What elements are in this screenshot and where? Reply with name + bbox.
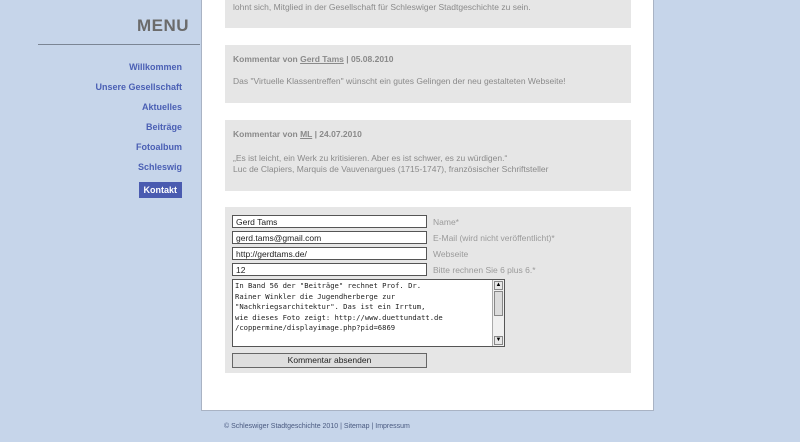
name-label: Name* bbox=[433, 217, 459, 227]
comment-box-top: lohnt sich, Mitglied in der Gesellschaft… bbox=[225, 0, 631, 28]
captcha-field[interactable]: 12 bbox=[232, 263, 427, 276]
comment-text: lohnt sich, Mitglied in der Gesellschaft… bbox=[233, 2, 531, 12]
comment-body-quote: „Es ist leicht, ein Werk zu kritisieren.… bbox=[233, 153, 508, 163]
sidebar-nav: Willkommen Unsere Gesellschaft Aktuelles… bbox=[95, 60, 182, 198]
scroll-down-arrow-icon[interactable]: ▼ bbox=[494, 336, 503, 345]
comment-textarea-content: In Band 56 der "Beiträge" rechnet Prof. … bbox=[235, 281, 443, 332]
comment-prefix: Kommentar von bbox=[233, 129, 301, 139]
footer: © Schleswiger Stadtgeschichte 2010 | Sit… bbox=[224, 423, 410, 430]
captcha-label: Bitte rechnen Sie 6 plus 6.* bbox=[433, 265, 536, 275]
menu-title: MENU bbox=[137, 16, 190, 35]
comment-author-link[interactable]: Gerd Tams bbox=[300, 54, 344, 64]
scroll-up-arrow-icon[interactable]: ▲ bbox=[494, 281, 503, 290]
website-label: Webseite bbox=[433, 249, 469, 259]
comment-box: Kommentar von Gerd Tams | 05.08.2010 Das… bbox=[225, 45, 631, 103]
nav-item-kontakt[interactable]: Kontakt bbox=[138, 182, 182, 198]
comment-author-link[interactable]: ML bbox=[300, 129, 312, 139]
website-field[interactable]: http://gerdtams.de/ bbox=[232, 247, 427, 260]
nav-item-schleswig[interactable]: Schleswig bbox=[95, 160, 182, 180]
footer-impressum-link[interactable]: Impressum bbox=[375, 423, 410, 430]
submit-comment-button[interactable]: Kommentar absenden bbox=[232, 353, 427, 368]
scrollbar-thumb[interactable] bbox=[494, 291, 503, 316]
nav-item-unsere-gesellschaft[interactable]: Unsere Gesellschaft bbox=[95, 80, 182, 100]
comment-prefix: Kommentar von bbox=[233, 54, 301, 64]
comment-textarea[interactable]: In Band 56 der "Beiträge" rechnet Prof. … bbox=[232, 279, 505, 347]
comment-body: Das "Virtuelle Klassentreffen" wünscht e… bbox=[233, 76, 566, 86]
nav-item-willkommen[interactable]: Willkommen bbox=[95, 60, 182, 80]
footer-sitemap-link[interactable]: Sitemap bbox=[344, 423, 370, 430]
comment-header: Kommentar von ML | 24.07.2010 bbox=[233, 129, 362, 139]
comment-form: Gerd Tams Name* gerd.tams@gmail.com E-Ma… bbox=[225, 207, 631, 373]
menu-divider bbox=[38, 44, 200, 45]
nav-item-fotoalbum[interactable]: Fotoalbum bbox=[95, 140, 182, 160]
email-label: E-Mail (wird nicht veröffentlicht)* bbox=[433, 233, 555, 243]
comment-date: | 05.08.2010 bbox=[343, 54, 394, 64]
email-field[interactable]: gerd.tams@gmail.com bbox=[232, 231, 427, 244]
comment-box: Kommentar von ML | 24.07.2010 „Es ist le… bbox=[225, 120, 631, 191]
nav-item-aktuelles[interactable]: Aktuelles bbox=[95, 100, 182, 120]
content-panel: lohnt sich, Mitglied in der Gesellschaft… bbox=[201, 0, 654, 411]
comment-body-attribution: Luc de Clapiers, Marquis de Vauvenargues… bbox=[233, 164, 549, 174]
nav-item-beitraege[interactable]: Beiträge bbox=[95, 120, 182, 140]
comment-header: Kommentar von Gerd Tams | 05.08.2010 bbox=[233, 54, 394, 64]
name-field[interactable]: Gerd Tams bbox=[232, 215, 427, 228]
comment-date: | 24.07.2010 bbox=[312, 129, 362, 139]
footer-copyright: © Schleswiger Stadtgeschichte 2010 bbox=[224, 423, 339, 430]
textarea-scrollbar[interactable]: ▲ ▼ bbox=[492, 280, 504, 346]
